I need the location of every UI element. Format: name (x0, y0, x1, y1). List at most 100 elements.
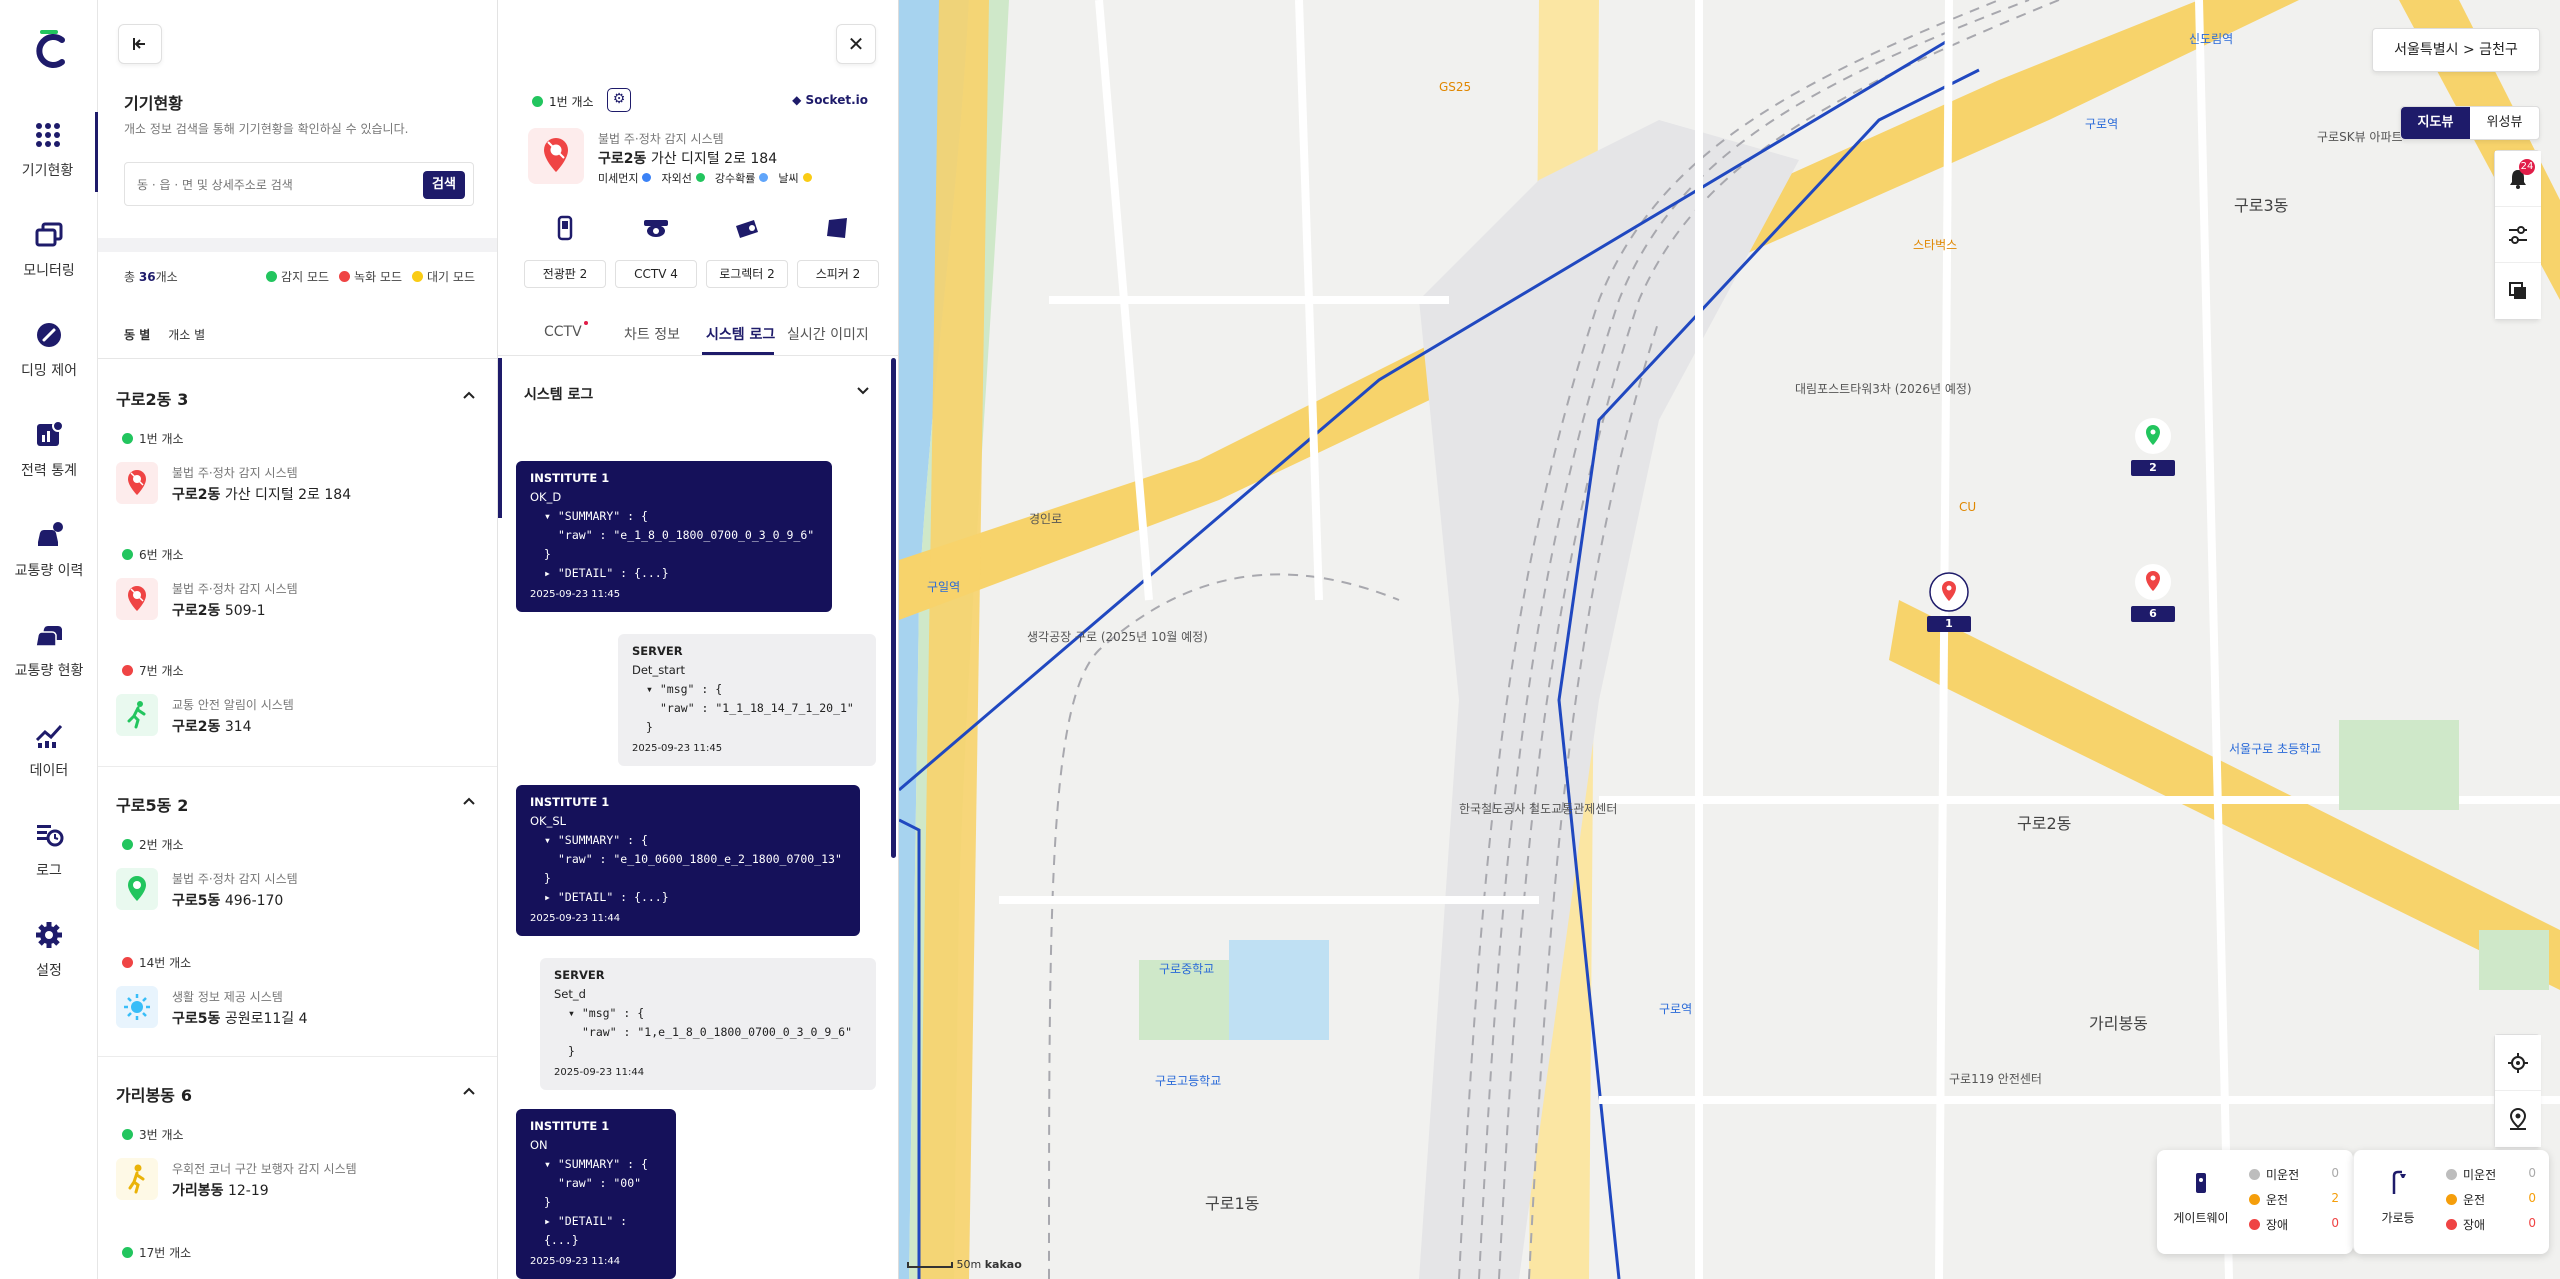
location-pin-icon (2135, 418, 2171, 454)
device-badge: 6번 개소 (122, 546, 184, 563)
device-address[interactable]: 구로5동 공원로11길 4 (172, 1008, 308, 1028)
chevron-up-icon[interactable] (462, 794, 476, 808)
log-msg-key[interactable]: ▾ "msg" : { (554, 1004, 862, 1023)
sensor-weather: 날씨 (778, 170, 812, 186)
device-badge: 7번 개소 (122, 662, 184, 679)
nav-label: 디밍 제어 (21, 363, 77, 379)
nav-power-stats[interactable]: 전력 통계 (0, 412, 98, 492)
group-header[interactable]: 구로5동 2 (116, 792, 188, 816)
nav-settings[interactable]: 설정 (0, 912, 98, 992)
nav-monitoring[interactable]: 모니터링 (0, 212, 98, 292)
status-dot (122, 1129, 133, 1140)
map-marker-6[interactable]: 6 (2131, 562, 2175, 622)
device-address[interactable]: 구로2동 314 (172, 716, 252, 736)
log-timestamp: 2025-09-23 11:44 (530, 1256, 621, 1267)
close-button[interactable]: ✕ (836, 24, 876, 64)
chevron-down-icon[interactable] (856, 384, 870, 398)
notification-button[interactable]: 24 (2495, 151, 2541, 207)
gear-icon: ⚙ (612, 91, 626, 107)
log-detail-key[interactable]: ▸ "DETAIL" : {...} (530, 888, 846, 907)
log-timestamp: 2025-09-23 11:45 (632, 743, 723, 754)
status-value: 0 (2528, 1191, 2536, 1205)
log-key: "DETAIL" : {...} (544, 1214, 628, 1247)
sensor-list: 미세먼지 자외선 강수확률 날씨 (598, 170, 812, 186)
log-entry-server: SERVER Set_d ▾ "msg" : { "raw" : "1,e_1_… (540, 958, 876, 1090)
tab-realtime-image[interactable]: 실시간 이미지 (787, 324, 869, 344)
collapse-panel-button[interactable] (118, 24, 162, 64)
detail-addr-detail: 가산 디지털 2로 184 (650, 151, 778, 167)
detail-system: 불법 주·정차 감지 시스템 (598, 132, 724, 146)
pin-location-button[interactable] (2495, 1091, 2541, 1147)
tab-by-site[interactable]: 개소 별 (168, 326, 205, 343)
signboard-icon (543, 206, 587, 250)
group-header[interactable]: 가리봉동 6 (116, 1082, 192, 1106)
search-button[interactable]: 검색 (423, 171, 465, 199)
app-root: 기기현황 모니터링 디밍 제어 전력 통계 교통량 이력 교통량 현황 데이터 … (0, 0, 2560, 1279)
socket-label: Socket.io (805, 93, 868, 107)
my-location-button[interactable] (2495, 1035, 2541, 1091)
filter-button[interactable] (2495, 207, 2541, 263)
chevron-up-icon[interactable] (462, 388, 476, 402)
map-marker-1[interactable]: 1 (1927, 572, 1971, 632)
nav-data[interactable]: 데이터 (0, 712, 98, 792)
tab-by-dong[interactable]: 동 별 (124, 326, 150, 343)
status-dot (2446, 1219, 2457, 1230)
nav-device-status[interactable]: 기기현황 (0, 112, 98, 192)
socket-indicator: ◆ Socket.io (792, 93, 868, 107)
total-suffix: 개소 (155, 270, 178, 284)
streetlight-icon (2392, 1170, 2406, 1194)
sensor-label: 미세먼지 (598, 172, 639, 185)
equipment-collector[interactable]: 로그렉터 2 (706, 206, 788, 288)
nav-traffic-history[interactable]: 교통량 이력 (0, 512, 98, 592)
equipment-speaker[interactable]: 스피커 2 (797, 206, 879, 288)
total-number: 36 (138, 270, 156, 284)
log-summary-key[interactable]: ▾ "SUMMARY" : { (530, 1155, 662, 1174)
device-settings-button[interactable]: ⚙ (607, 88, 631, 112)
tab-system-log[interactable]: 시스템 로그 (706, 324, 775, 344)
illegal-parking-icon (116, 462, 158, 504)
device-addr-detail: 가산 디지털 2로 184 (224, 487, 352, 503)
nav-traffic-status[interactable]: 교통량 현황 (0, 612, 98, 692)
log-scrollbar[interactable] (891, 358, 896, 858)
device-address[interactable]: 구로2동 가산 디지털 2로 184 (172, 484, 351, 504)
gateway-status-card: 게이트웨이 미운전 0 운전 2 장애 0 (2157, 1150, 2353, 1254)
device-system: 교통 안전 알림이 시스템 (172, 698, 294, 712)
nav-log[interactable]: 로그 (0, 812, 98, 892)
log-msg-key[interactable]: ▾ "msg" : { (632, 680, 862, 699)
log-summary-key[interactable]: ▾ "SUMMARY" : { (530, 831, 846, 850)
map-label: 대림포스트타워3차 (2026년 예정) (1795, 382, 1972, 396)
map-view[interactable]: 구로2동 구로1동 구로3동 신도림역 구로역 대림포스트타워3차 (2026년… (899, 0, 2560, 1279)
sensor-label: 날씨 (778, 172, 799, 185)
map-view-button[interactable]: 지도뷰 (2401, 107, 2470, 139)
status-dot (532, 96, 543, 107)
equipment-signboard[interactable]: 전광판 2 (524, 206, 606, 288)
close-icon: ✕ (847, 32, 865, 56)
log-detail-key[interactable]: ▸ "DETAIL" : {...} (530, 1212, 662, 1250)
tab-cctv[interactable]: CCTV (544, 321, 588, 340)
device-address[interactable]: 구로5동 496-170 (172, 890, 283, 910)
map-marker-2[interactable]: 2 (2131, 416, 2175, 476)
device-address[interactable]: 구로2동 509-1 (172, 600, 266, 620)
status-row-inactive: 미운전 0 (2446, 1166, 2536, 1191)
tab-chart-info[interactable]: 차트 정보 (624, 324, 680, 344)
map-label: 구일역 (927, 580, 961, 594)
chevron-up-icon[interactable] (462, 1084, 476, 1098)
detail-address: 구로2동 가산 디지털 2로 184 (598, 148, 777, 168)
equipment-cctv[interactable]: CCTV 4 (615, 206, 697, 288)
device-address[interactable]: 가리봉동 12-19 (172, 1180, 269, 1200)
search-input[interactable] (137, 173, 407, 197)
device-dong: 구로2동 (172, 487, 221, 503)
device-list-panel: 기기현황 개소 정보 검색을 통해 기기현황을 확인하실 수 있습니다. 검색 … (98, 0, 498, 1279)
log-key: "DETAIL" : {...} (557, 890, 669, 904)
satellite-view-button[interactable]: 위성뷰 (2470, 107, 2539, 139)
log-summary-key[interactable]: ▾ "SUMMARY" : { (530, 507, 818, 526)
group-header[interactable]: 구로2동 3 (116, 386, 188, 410)
region-selector[interactable]: 서울특별시 > 금천구 (2372, 28, 2540, 72)
layers-button[interactable] (2495, 263, 2541, 319)
log-detail-key[interactable]: ▸ "DETAIL" : {...} (530, 564, 818, 583)
nav-dimming[interactable]: 디밍 제어 (0, 312, 98, 392)
marker-number: 6 (2131, 606, 2175, 622)
status-dot (2446, 1169, 2457, 1180)
weather-info-icon (116, 986, 158, 1028)
status-label: 미운전 (2463, 1168, 2497, 1182)
